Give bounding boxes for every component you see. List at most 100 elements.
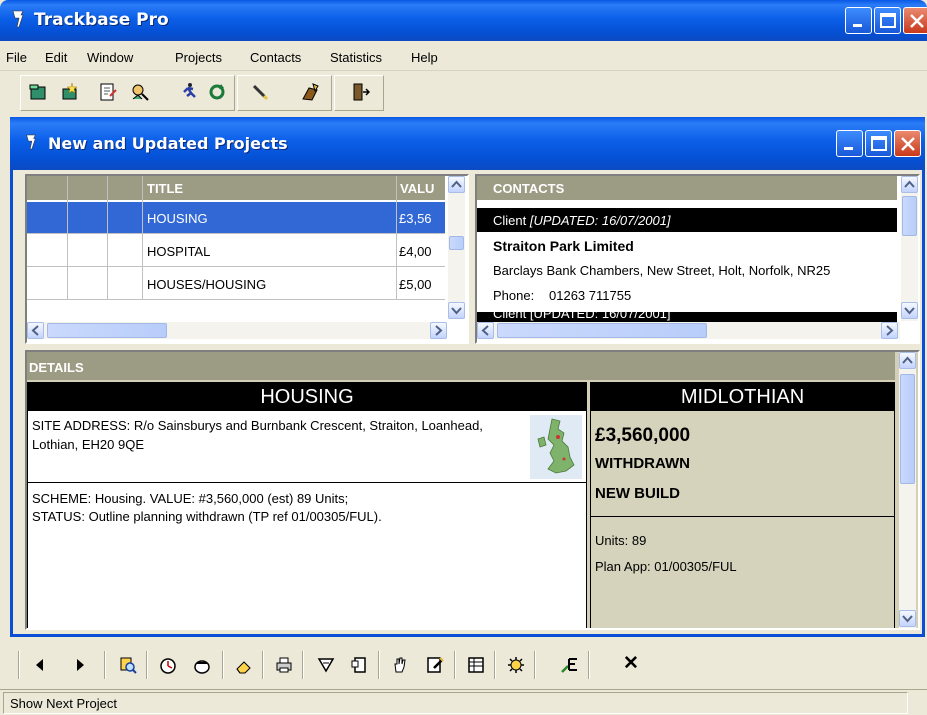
scroll-down-button[interactable] bbox=[448, 302, 465, 319]
toolbar-separator bbox=[104, 651, 106, 679]
scroll-thumb[interactable] bbox=[47, 323, 167, 338]
maximize-button[interactable] bbox=[874, 7, 901, 34]
details-header: DETAILS bbox=[27, 352, 895, 380]
exit-door-icon[interactable] bbox=[350, 82, 370, 102]
chevron-down-icon bbox=[902, 615, 913, 623]
refresh-icon[interactable] bbox=[207, 82, 227, 102]
contact-phone: 01263 711755 bbox=[549, 288, 632, 303]
contact-client-bar[interactable]: Client [UPDATED: 16/07/2001] bbox=[477, 208, 897, 232]
status-text: STATUS: Outline planning withdrawn (TP r… bbox=[32, 509, 382, 524]
eraser-icon[interactable] bbox=[234, 655, 254, 675]
row-title: HOUSES/HOUSING bbox=[147, 277, 267, 292]
child-minimize-button[interactable] bbox=[836, 130, 863, 157]
new-project-icon[interactable] bbox=[28, 82, 48, 102]
child-titlebar[interactable]: New and Updated Projects bbox=[10, 117, 925, 170]
new-folder-icon[interactable] bbox=[60, 82, 80, 102]
child-close-button[interactable] bbox=[894, 130, 921, 157]
toolbar-separator bbox=[454, 651, 456, 679]
menu-window[interactable]: Window bbox=[87, 50, 133, 65]
table-row[interactable]: HOUSING £3,56 bbox=[27, 202, 445, 234]
chevron-up-icon bbox=[904, 180, 915, 188]
edit-icon[interactable] bbox=[425, 655, 445, 675]
minimize-icon bbox=[853, 24, 862, 27]
scroll-thumb[interactable] bbox=[900, 374, 915, 484]
contacts-panel[interactable]: CONTACTS Client [UPDATED: 16/07/2001] St… bbox=[475, 174, 920, 344]
menu-contacts[interactable]: Contacts bbox=[250, 50, 301, 65]
grid-vertical-scrollbar[interactable] bbox=[448, 176, 465, 319]
column-header-title[interactable]: TITLE bbox=[147, 181, 183, 196]
next-icon[interactable] bbox=[70, 655, 90, 675]
scroll-up-button[interactable] bbox=[899, 352, 916, 369]
menu-file[interactable]: File bbox=[6, 50, 27, 65]
export-icon[interactable] bbox=[560, 655, 580, 675]
close-icon[interactable]: ✕ bbox=[623, 652, 643, 674]
table-icon[interactable] bbox=[466, 655, 486, 675]
print-icon[interactable] bbox=[274, 655, 294, 675]
scroll-thumb[interactable] bbox=[902, 196, 917, 236]
grid-horizontal-scrollbar[interactable] bbox=[27, 322, 447, 339]
row-value: £5,00 bbox=[399, 277, 432, 292]
scroll-down-button[interactable] bbox=[899, 610, 916, 627]
notes-icon[interactable] bbox=[300, 82, 320, 102]
scroll-thumb[interactable] bbox=[497, 323, 707, 338]
menu-help[interactable]: Help bbox=[411, 50, 438, 65]
toolbar-separator bbox=[18, 651, 20, 679]
toolbar-separator bbox=[222, 651, 224, 679]
main-toolbar bbox=[0, 71, 927, 115]
menu-bar: File Edit Window Projects Contacts Stati… bbox=[0, 41, 927, 71]
contact-address: Barclays Bank Chambers, New Street, Holt… bbox=[493, 263, 831, 278]
child-maximize-button[interactable] bbox=[865, 130, 892, 157]
projects-grid[interactable]: TITLE VALU HOUSING £3,56 HOSPITAL £4,00 … bbox=[25, 174, 469, 344]
edit-document-icon[interactable] bbox=[98, 82, 118, 102]
chevron-up-icon bbox=[451, 180, 462, 188]
scroll-thumb[interactable] bbox=[449, 236, 464, 250]
scroll-right-button[interactable] bbox=[430, 322, 447, 339]
project-stage: WITHDRAWN bbox=[595, 455, 690, 472]
menu-projects[interactable]: Projects bbox=[175, 50, 222, 65]
search-people-icon[interactable] bbox=[130, 82, 150, 102]
row-title: HOSPITAL bbox=[147, 244, 211, 259]
runner-icon[interactable] bbox=[178, 82, 198, 102]
plan-app-text: Plan App: 01/00305/FUL bbox=[595, 559, 737, 574]
hand-icon[interactable] bbox=[390, 655, 410, 675]
previous-icon[interactable] bbox=[30, 655, 50, 675]
contact-next-bar[interactable]: Client [UPDATED: 16/07/2001] bbox=[477, 312, 897, 322]
contacts-vertical-scrollbar[interactable] bbox=[901, 176, 918, 321]
toolbar-separator bbox=[302, 651, 304, 679]
app-titlebar[interactable]: Trackbase Pro bbox=[0, 0, 927, 41]
minimize-button[interactable] bbox=[845, 7, 872, 34]
column-header-value[interactable]: VALU bbox=[400, 181, 434, 196]
menu-edit[interactable]: Edit bbox=[45, 50, 67, 65]
table-row[interactable]: HOUSES/HOUSING £5,00 bbox=[27, 268, 445, 300]
scroll-up-button[interactable] bbox=[448, 176, 465, 193]
chevron-down-icon bbox=[451, 307, 462, 315]
scroll-left-button[interactable] bbox=[27, 322, 44, 339]
route-icon[interactable] bbox=[316, 655, 336, 675]
scroll-up-button[interactable] bbox=[901, 176, 918, 193]
bookmark-icon[interactable] bbox=[350, 655, 370, 675]
details-panel: DETAILS HOUSING SITE ADDRESS: R/o Sainsb… bbox=[25, 350, 920, 630]
scroll-right-button[interactable] bbox=[881, 322, 898, 339]
timer-icon[interactable] bbox=[158, 655, 178, 675]
pen-icon[interactable] bbox=[250, 82, 270, 102]
chevron-right-icon bbox=[886, 325, 894, 336]
child-title: New and Updated Projects bbox=[48, 134, 288, 153]
contacts-header: CONTACTS bbox=[477, 176, 897, 200]
maximize-icon bbox=[880, 13, 896, 28]
toolbar-separator bbox=[534, 651, 536, 679]
details-vertical-scrollbar[interactable] bbox=[899, 352, 916, 628]
close-button[interactable] bbox=[903, 7, 927, 34]
gear-icon[interactable] bbox=[506, 655, 526, 675]
toolbar-separator bbox=[588, 651, 590, 679]
save-icon[interactable] bbox=[192, 655, 212, 675]
minimize-icon bbox=[844, 147, 853, 150]
menu-statistics[interactable]: Statistics bbox=[330, 50, 382, 65]
contacts-horizontal-scrollbar[interactable] bbox=[477, 322, 900, 339]
find-icon[interactable] bbox=[118, 655, 138, 675]
scroll-down-button[interactable] bbox=[901, 302, 918, 319]
table-row[interactable]: HOSPITAL £4,00 bbox=[27, 235, 445, 267]
grid-divider bbox=[107, 176, 108, 300]
scroll-left-button[interactable] bbox=[477, 322, 494, 339]
project-summary-box: MIDLOTHIAN £3,560,000 WITHDRAWN NEW BUIL… bbox=[590, 382, 895, 628]
toolbar-separator bbox=[146, 651, 148, 679]
